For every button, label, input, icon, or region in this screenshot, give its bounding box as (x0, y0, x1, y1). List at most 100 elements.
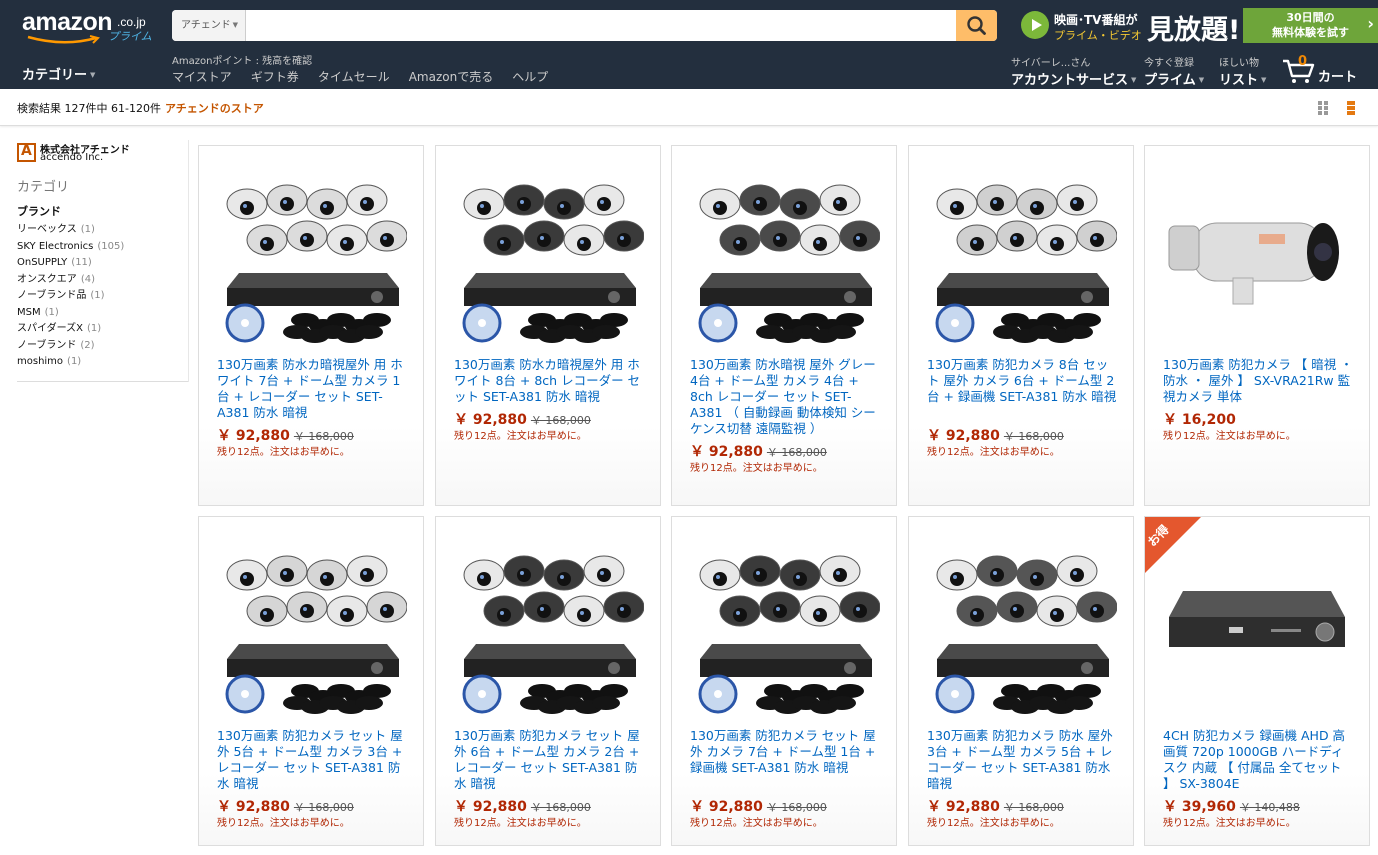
account-greeting: サイバーレ...さん (1011, 58, 1091, 69)
product-image[interactable] (690, 539, 881, 714)
promo-line-1: 映画･TV番組が (1054, 13, 1138, 27)
product-price: ￥ 92,880 (927, 428, 1000, 444)
brand-filter-item[interactable]: スパイダーズX (1) (17, 321, 187, 338)
cart-button[interactable]: 0 カート (1282, 54, 1362, 85)
results-bar: 検索結果 127件中 61-120件 アチェンドのストア (0, 89, 1378, 126)
product-card[interactable]: 130万画素 防水暗視 屋外 グレー 4台 + ドーム型 カメラ 4台 + 8c… (671, 145, 897, 506)
amazon-logo[interactable]: amazon .co.jp プライム (22, 8, 162, 44)
store-logo[interactable]: 株式会社アチェンド accendo Inc. (17, 141, 187, 165)
logo-prime-label: プライム (108, 31, 152, 43)
search-button[interactable] (956, 10, 997, 41)
price-row: ￥ 92,880 ￥ 168,000 (217, 425, 354, 445)
price-row: ￥ 92,880 ￥ 168,000 (690, 796, 827, 816)
nav-links: マイストア ギフト券 タイムセール Amazonで売る ヘルプ (172, 66, 562, 85)
promo-headline: 見放題! (1147, 15, 1241, 46)
grid-view-icon[interactable] (1318, 101, 1329, 115)
product-card[interactable]: 130万画素 防犯カメラ 【 暗視 ・ 防水 ・ 屋外 】 SX-VRA21Rw… (1144, 145, 1370, 506)
product-image[interactable] (690, 168, 881, 343)
results-summary: 検索結果 127件中 61-120件 アチェンドのストア (17, 100, 264, 116)
chevron-down-icon: ▼ (232, 21, 238, 29)
price-row: ￥ 39,960 ￥ 140,488 (1163, 796, 1300, 816)
prime-menu[interactable]: 今すぐ登録 プライム ▼ (1144, 54, 1204, 88)
promo-line-2: プライム・ビデオ (1054, 29, 1142, 42)
store-link[interactable]: アチェンドのストア (165, 102, 264, 115)
product-card[interactable]: 130万画素 防水カ暗視屋外 用 ホワイト 8台 + 8ch レコーダー セット… (435, 145, 661, 506)
brand-filter-item[interactable]: リーベックス (1) (17, 222, 187, 239)
product-title-link[interactable]: 130万画素 防水カ暗視屋外 用 ホワイト 8台 + 8ch レコーダー セット… (454, 357, 646, 405)
nav-link-help[interactable]: ヘルプ (512, 70, 548, 84)
brand-list: リーベックス (1) SKY Electronics (105) OnSUPPLY(… (17, 222, 187, 371)
search-input[interactable] (247, 10, 955, 41)
stock-notice: 残り12点。注文はお早めに。 (690, 463, 823, 474)
prime-label: プライム ▼ (1144, 73, 1205, 88)
price-row: ￥ 92,880 ￥ 168,000 (690, 441, 827, 461)
store-name-en: accendo Inc. (40, 152, 104, 163)
accendo-logo-icon (17, 143, 36, 162)
product-title-link[interactable]: 130万画素 防犯カメラ 防水 屋外 3台 + ドーム型 カメラ 5台 + レコ… (927, 728, 1119, 792)
amazon-points-link[interactable]: Amazonポイント : 残高を確認 (172, 52, 312, 67)
list-price: ￥ 168,000 (766, 801, 827, 814)
product-card[interactable]: 130万画素 防犯カメラ 防水 屋外 3台 + ドーム型 カメラ 5台 + レコ… (908, 516, 1134, 846)
product-card[interactable]: 130万画素 防犯カメラ セット 屋外 5台 + ドーム型 カメラ 3台 + レ… (198, 516, 424, 846)
categories-menu[interactable]: カテゴリー ▼ (22, 64, 95, 83)
product-image[interactable] (454, 539, 645, 714)
product-price: ￥ 92,880 (927, 799, 1000, 815)
search-department-select[interactable]: アチェンド ▼ (172, 10, 246, 41)
brand-filter-item[interactable]: SKY Electronics (105) (17, 239, 187, 256)
product-image[interactable] (927, 539, 1118, 714)
nav-link-time-sale[interactable]: タイムセール (318, 70, 390, 84)
product-price: ￥ 16,200 (1163, 412, 1236, 428)
product-price: ￥ 92,880 (217, 428, 290, 444)
product-price: ￥ 92,880 (690, 799, 763, 815)
smile-arrow-icon (27, 35, 100, 44)
search-bar: アチェンド ▼ (172, 10, 997, 41)
logo-wordmark: amazon (22, 8, 113, 36)
prime-video-promo[interactable]: 映画･TV番組が プライム・ビデオ 見放題! 30日間の 無料体験を試す › (1019, 6, 1378, 46)
price-row: ￥ 16,200 (1163, 409, 1236, 429)
wishlist-menu[interactable]: ほしい物 リスト ▼ (1219, 54, 1266, 88)
stock-notice: 残り12点。注文はお早めに。 (454, 431, 587, 442)
stock-notice: 残り12点。注文はお早めに。 (927, 818, 1060, 829)
price-row: ￥ 92,880 ￥ 168,000 (454, 409, 591, 429)
product-title-link[interactable]: 130万画素 防犯カメラ セット 屋外 6台 + ドーム型 カメラ 2台 + レ… (454, 728, 646, 792)
list-price: ￥ 168,000 (1003, 430, 1064, 443)
product-title-link[interactable]: 130万画素 防水カ暗視屋外 用 ホワイト 7台 + ドーム型 カメラ 1台 +… (217, 357, 409, 421)
brand-filter-item[interactable]: オンスクエア (4) (17, 272, 187, 289)
price-row: ￥ 92,880 ￥ 168,000 (927, 425, 1064, 445)
play-icon (1021, 11, 1049, 39)
product-card[interactable]: お得 4CH 防犯カメラ 録画機 AHD 高画質 720p 1000GB ハードデ… (1144, 516, 1370, 846)
account-menu[interactable]: サイバーレ...さん アカウントサービス ▼ (1011, 54, 1136, 88)
list-price: ￥ 168,000 (766, 446, 827, 459)
product-card[interactable]: 130万画素 防犯カメラ セット 屋外 カメラ 7台 + ドーム型 1台 + 録… (671, 516, 897, 846)
nav-link-my-store[interactable]: マイストア (172, 70, 232, 84)
product-title-link[interactable]: 4CH 防犯カメラ 録画機 AHD 高画質 720p 1000GB ハードディス… (1163, 728, 1355, 792)
brand-filter-item[interactable]: OnSUPPLY (11) (17, 255, 187, 272)
product-image[interactable] (217, 539, 408, 714)
product-title-link[interactable]: 130万画素 防犯カメラ 8台 セット 屋外 カメラ 6台 + ドーム型 2台 … (927, 357, 1119, 405)
product-card[interactable]: 130万画素 防水カ暗視屋外 用 ホワイト 7台 + ドーム型 カメラ 1台 +… (198, 145, 424, 506)
product-title-link[interactable]: 130万画素 防犯カメラ 【 暗視 ・ 防水 ・ 屋外 】 SX-VRA21Rw… (1163, 357, 1355, 405)
brand-filter-item[interactable]: ノーブランド品 (1) (17, 288, 187, 305)
product-card[interactable]: 130万画素 防犯カメラ セット 屋外 6台 + ドーム型 カメラ 2台 + レ… (435, 516, 661, 846)
brand-filter-item[interactable]: MSM (1) (17, 305, 187, 322)
product-title-link[interactable]: 130万画素 防犯カメラ セット 屋外 5台 + ドーム型 カメラ 3台 + レ… (217, 728, 409, 792)
brand-filter-item[interactable]: moshimo (1) (17, 354, 187, 371)
product-image[interactable] (927, 168, 1118, 343)
trial-line-2: 無料体験を試す (1272, 26, 1349, 39)
product-title-link[interactable]: 130万画素 防水暗視 屋外 グレー 4台 + ドーム型 カメラ 4台 + 8c… (690, 357, 882, 437)
nav-link-sell[interactable]: Amazonで売る (409, 70, 494, 84)
deal-badge-label: お得 (1145, 522, 1172, 550)
stock-notice: 残り12点。注文はお早めに。 (690, 818, 823, 829)
chevron-down-icon: ▼ (1261, 76, 1267, 84)
list-view-icon[interactable] (1347, 101, 1355, 115)
brand-filter-item[interactable]: ノーブランド (2) (17, 338, 187, 355)
product-image[interactable] (454, 168, 645, 343)
product-image[interactable] (1163, 168, 1353, 343)
free-trial-button[interactable]: 30日間の 無料体験を試す › (1243, 8, 1378, 43)
sidebar-divider (17, 381, 188, 382)
brand-heading: ブランド (17, 205, 61, 218)
product-card[interactable]: 130万画素 防犯カメラ 8台 セット 屋外 カメラ 6台 + ドーム型 2台 … (908, 145, 1134, 506)
nav-link-gift-cards[interactable]: ギフト券 (251, 70, 299, 84)
product-title-link[interactable]: 130万画素 防犯カメラ セット 屋外 カメラ 7台 + ドーム型 1台 + 録… (690, 728, 882, 776)
product-image[interactable] (217, 168, 408, 343)
